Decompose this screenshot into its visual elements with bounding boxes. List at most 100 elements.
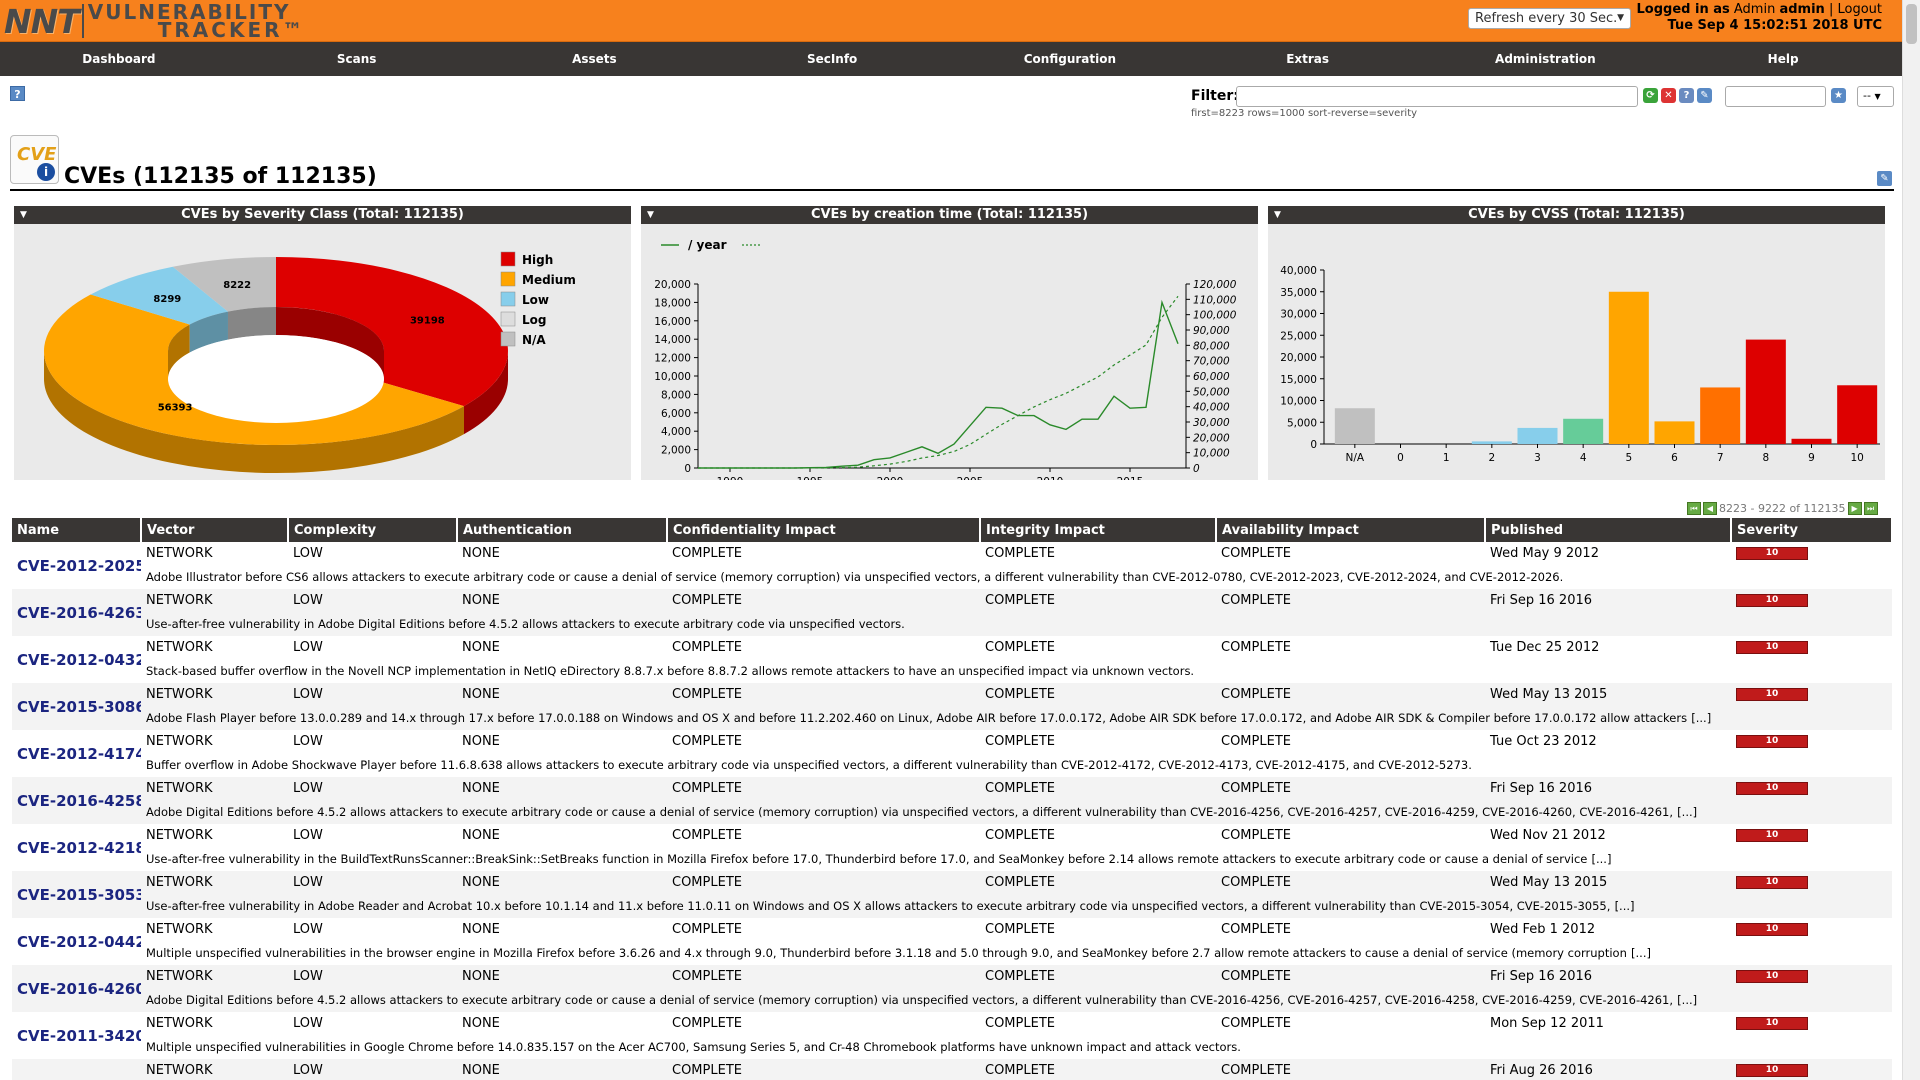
- previous-page-icon[interactable]: ◀: [1703, 502, 1717, 515]
- new-filter-name-input[interactable]: [1725, 86, 1826, 107]
- first-page-icon[interactable]: ⏮: [1687, 502, 1701, 515]
- logo-divider: [81, 4, 84, 38]
- auto-refresh-select[interactable]: Refresh every 30 Sec. ▼: [1468, 8, 1631, 29]
- cve-link[interactable]: CVE-2012-2025: [17, 557, 141, 575]
- cell-avail: COMPLETE: [1216, 636, 1485, 660]
- table-row-description: Buffer overflow in Adobe Shockwave Playe…: [12, 753, 1892, 777]
- refresh-icon[interactable]: ⟳: [1643, 88, 1658, 103]
- nav-item-assets[interactable]: Assets: [476, 42, 714, 76]
- legend-label-log: Log: [522, 313, 546, 327]
- saved-filter-select[interactable]: -- ▼: [1857, 86, 1894, 107]
- cell-published: Wed Nov 21 2012: [1485, 824, 1731, 848]
- app-root: NNT VULNERABILITY TRACKER™ Refresh every…: [0, 0, 1920, 1080]
- severity-chart-header[interactable]: ▼ CVEs by Severity Class (Total: 112135): [14, 206, 631, 224]
- bar-cvss-10[interactable]: [1837, 385, 1878, 444]
- x-tick-label: 2005: [957, 476, 984, 480]
- filter-help-icon[interactable]: ?: [1679, 88, 1694, 103]
- severity-bar: 10: [1736, 1017, 1808, 1031]
- bar-cvss-2[interactable]: [1471, 441, 1512, 444]
- series-per-year-line[interactable]: [698, 299, 1179, 469]
- column-header-authentication[interactable]: Authentication: [457, 518, 668, 542]
- cve-name-cell: CVE-2012-0442: [12, 918, 141, 965]
- cve-link[interactable]: CVE-2016-4258: [17, 792, 141, 810]
- description-more-link[interactable]: [...]: [1677, 805, 1697, 819]
- column-header-confidentiality-impact[interactable]: Confidentiality Impact: [667, 518, 981, 542]
- logo-line-2: TRACKER™: [157, 18, 306, 42]
- bar-cvss-na[interactable]: [1334, 408, 1375, 444]
- edit-charts-icon[interactable]: ✎: [1877, 171, 1892, 186]
- reset-filter-icon[interactable]: ✕: [1661, 88, 1676, 103]
- nav-item-extras[interactable]: Extras: [1189, 42, 1427, 76]
- main-nav: Dashboard Scans Assets SecInfo Configuration…: [0, 42, 1902, 76]
- cvss-bar-chart: 0 5,000 10,000 15,000 20,000 25,000 30,000 35,0…: [1280, 265, 1880, 464]
- scrollbar-thumb[interactable]: [1906, 4, 1917, 44]
- app-logo[interactable]: NNT VULNERABILITY TRACKER™: [4, 1, 306, 41]
- column-header-complexity[interactable]: Complexity: [288, 518, 458, 542]
- cve-link[interactable]: CVE-2011-3420: [17, 1027, 141, 1045]
- bar-cvss-8[interactable]: [1745, 339, 1786, 444]
- cell-vector: NETWORK: [141, 636, 288, 660]
- bar-cvss-9[interactable]: [1791, 438, 1832, 444]
- nav-item-secinfo[interactable]: SecInfo: [713, 42, 951, 76]
- cell-conf: COMPLETE: [667, 1012, 980, 1036]
- cve-link[interactable]: CVE-2012-4174: [17, 745, 141, 763]
- cell-conf: COMPLETE: [667, 1059, 980, 1080]
- chevron-down-icon: ▼: [1617, 13, 1624, 23]
- y-tick-label: 20,000: [1280, 352, 1317, 364]
- collapse-triangle-icon[interactable]: ▼: [647, 206, 654, 224]
- column-header-severity[interactable]: Severity: [1731, 518, 1893, 542]
- help-icon[interactable]: ?: [10, 86, 25, 101]
- description-more-link[interactable]: [...]: [1592, 852, 1612, 866]
- column-header-availability-impact[interactable]: Availability Impact: [1216, 518, 1486, 542]
- cell-published: Tue Oct 23 2012: [1485, 730, 1731, 754]
- description-more-link[interactable]: [...]: [1631, 946, 1651, 960]
- collapse-triangle-icon[interactable]: ▼: [1274, 206, 1281, 224]
- server-datetime: Tue Sep 4 15:02:51 2018 UTC: [1667, 18, 1883, 33]
- table-row: NETWORK LOW NONE COMPLETE COMPLETE COMPLETE Fr…: [12, 1059, 1892, 1080]
- y-tick-label-right: 50,000: [1193, 386, 1230, 398]
- collapse-triangle-icon[interactable]: ▼: [20, 206, 27, 224]
- cell-avail: COMPLETE: [1216, 965, 1485, 989]
- logout-link[interactable]: Logout: [1837, 2, 1882, 17]
- bar-cvss-4[interactable]: [1563, 418, 1604, 444]
- cve-link[interactable]: CVE-2015-3053: [17, 886, 141, 904]
- nav-item-configuration[interactable]: Configuration: [951, 42, 1189, 76]
- cve-link[interactable]: CVE-2016-4263: [17, 604, 141, 622]
- column-header-vector[interactable]: Vector: [141, 518, 289, 542]
- edit-filter-icon[interactable]: ✎: [1697, 88, 1712, 103]
- bar-cvss-5[interactable]: [1608, 291, 1649, 444]
- time-chart-header[interactable]: ▼ CVEs by creation time (Total: 112135): [641, 206, 1258, 224]
- last-page-icon[interactable]: ⏭: [1863, 502, 1878, 515]
- cve-description-cell: Use-after-free vulnerability in the Buil…: [141, 847, 1892, 871]
- bar-cvss-3[interactable]: [1517, 427, 1558, 444]
- x-tick-label: 8: [1762, 452, 1769, 464]
- description-more-link[interactable]: [...]: [1677, 993, 1697, 1007]
- bar-cvss-7[interactable]: [1700, 387, 1741, 444]
- cvss-chart-header[interactable]: ▼ CVEs by CVSS (Total: 112135): [1268, 206, 1885, 224]
- description-more-link[interactable]: [...]: [1691, 711, 1711, 725]
- cell-conf: COMPLETE: [667, 777, 980, 801]
- x-tick-label: 2010: [1037, 476, 1064, 480]
- nav-item-administration[interactable]: Administration: [1427, 42, 1665, 76]
- filter-input[interactable]: [1236, 86, 1638, 107]
- table-row: CVE-2016-4260 NETWORK LOW NONE COMPLETE COMPL…: [12, 965, 1892, 1012]
- column-header-published[interactable]: Published: [1485, 518, 1732, 542]
- cve-link[interactable]: CVE-2012-0442: [17, 933, 141, 951]
- nav-item-scans[interactable]: Scans: [238, 42, 476, 76]
- cve-link[interactable]: CVE-2012-0432: [17, 651, 141, 669]
- nav-item-dashboard[interactable]: Dashboard: [0, 42, 238, 76]
- login-user-link[interactable]: admin: [1779, 2, 1824, 17]
- cve-link[interactable]: CVE-2012-4218: [17, 839, 141, 857]
- series-cumulative-line[interactable]: [698, 295, 1179, 469]
- cve-link[interactable]: CVE-2016-4260: [17, 980, 141, 998]
- description-more-link[interactable]: [...]: [1615, 899, 1635, 913]
- column-header-integrity-impact[interactable]: Integrity Impact: [980, 518, 1217, 542]
- next-page-icon[interactable]: ▶: [1847, 502, 1862, 515]
- severity-bar: 10: [1736, 923, 1808, 937]
- column-header-name[interactable]: Name: [12, 518, 142, 542]
- nav-item-help[interactable]: Help: [1664, 42, 1902, 76]
- page-scrollbar[interactable]: [1902, 0, 1920, 1080]
- cve-link[interactable]: CVE-2015-3086: [17, 698, 141, 716]
- bar-cvss-6[interactable]: [1654, 421, 1695, 444]
- save-filter-icon[interactable]: ★: [1831, 88, 1846, 103]
